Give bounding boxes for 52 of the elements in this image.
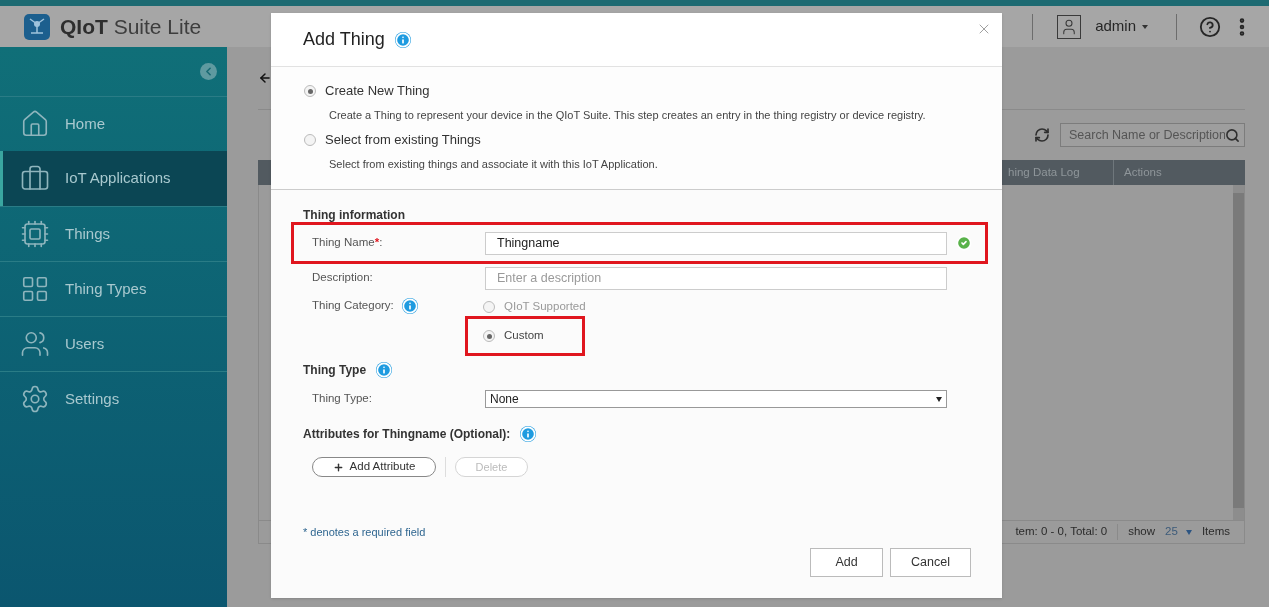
app-title: QIoT Suite Lite [60,13,202,40]
radio-label[interactable]: Custom [504,327,544,345]
sidebar-item[interactable]: Thing Types [0,261,227,316]
plus-icon [332,461,344,473]
show-label: show [1128,524,1156,540]
info-icon[interactable] [401,298,418,314]
search-field[interactable]: Search Name or Description [1060,123,1245,147]
items-label: Items [1201,524,1230,540]
user-menu[interactable]: admin [1095,15,1148,38]
users-icon [20,329,50,359]
radio-button[interactable] [483,330,495,342]
sidebar-item[interactable]: IoT Applications [0,151,227,206]
radio-button[interactable] [304,85,316,97]
help-icon[interactable] [1199,15,1221,38]
field-label: Thing Category: [312,298,394,314]
section-heading: Attributes for Thingname (Optional): [303,426,511,443]
dialog-button[interactable]: Cancel [890,548,971,577]
scrollbar[interactable] [1233,185,1244,520]
thing-type-select[interactable]: None [485,390,947,408]
dialog-button[interactable]: Add [810,548,883,577]
info-icon[interactable] [394,31,411,48]
add-attribute-button[interactable]: Add Attribute [312,457,436,477]
section-heading: Thing information [303,208,406,222]
radio-button[interactable] [483,301,495,313]
sidebar-item[interactable]: Things [0,206,227,261]
thing-name-field[interactable]: Thingname [485,231,947,255]
refresh-icon[interactable] [1034,127,1050,143]
required-field-note: * denotes a required field [303,525,427,540]
search-icon [1225,127,1240,143]
home-icon [20,109,50,139]
radio-label[interactable]: Select from existing Things [325,130,481,150]
logo-icon [24,13,50,40]
chip-icon [20,219,50,249]
description-field[interactable]: Enter a description [485,266,947,290]
grid-icon [20,274,50,304]
option-description: Select from existing things and associate it with this IoT Application. [329,157,659,173]
field-label: Thing Type: [312,391,373,407]
radio-button[interactable] [304,134,316,146]
sidebar-item[interactable]: Users [0,316,227,371]
field-label: Thing Name*: [312,235,384,251]
user-avatar-icon[interactable] [1057,14,1082,39]
collapse-button[interactable] [200,63,217,80]
dialog-title: Add Thing [303,28,385,51]
gear-icon [20,384,50,414]
item-count: tem: 0 - 0, Total: 0 [1015,524,1108,540]
field-label: Description: [312,270,374,286]
info-icon[interactable] [520,426,537,442]
info-icon[interactable] [376,362,393,378]
sidebar-item[interactable]: Settings [0,371,227,426]
radio-label[interactable]: Create New Thing [325,81,430,101]
section-heading: Thing Type [303,362,367,379]
option-description: Create a Thing to represent your device in the QIoT Suite. This step creates an entry in the thing registry or device registry. [329,108,927,124]
